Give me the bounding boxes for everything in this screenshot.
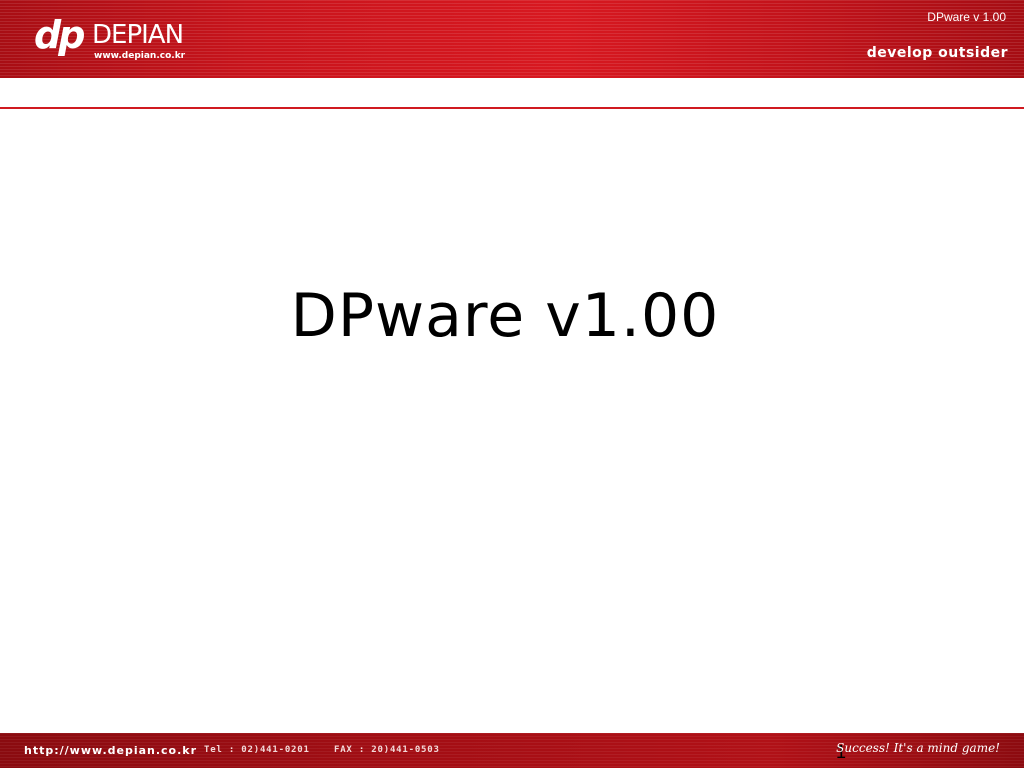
header-rule <box>0 107 1024 109</box>
logo-mark: dp <box>34 13 85 57</box>
header-title: DPware v 1.00 <box>927 10 1006 24</box>
footer-url: http://www.depian.co.kr <box>24 744 198 757</box>
logo-name: DEPIAN <box>92 20 184 50</box>
footer-band: http://www.depian.co.kr Tel : 02)441-020… <box>0 733 1024 768</box>
header-band: dp DEPIAN www.depian.co.kr DPware v 1.00… <box>0 0 1024 78</box>
slide-title: DPware v1.00 <box>290 281 720 351</box>
header-tagline: develop outsider <box>866 45 1008 61</box>
slide: dp DEPIAN www.depian.co.kr DPware v 1.00… <box>0 0 1024 768</box>
footer-fax: FAX : 20)441-0503 <box>334 745 440 755</box>
depian-logo: dp DEPIAN www.depian.co.kr <box>34 14 194 66</box>
footer-slogan: Success! It's a mind game! <box>836 741 1000 755</box>
footer-tel: Tel : 02)441-0201 <box>204 745 310 755</box>
logo-url: www.depian.co.kr <box>94 51 186 61</box>
